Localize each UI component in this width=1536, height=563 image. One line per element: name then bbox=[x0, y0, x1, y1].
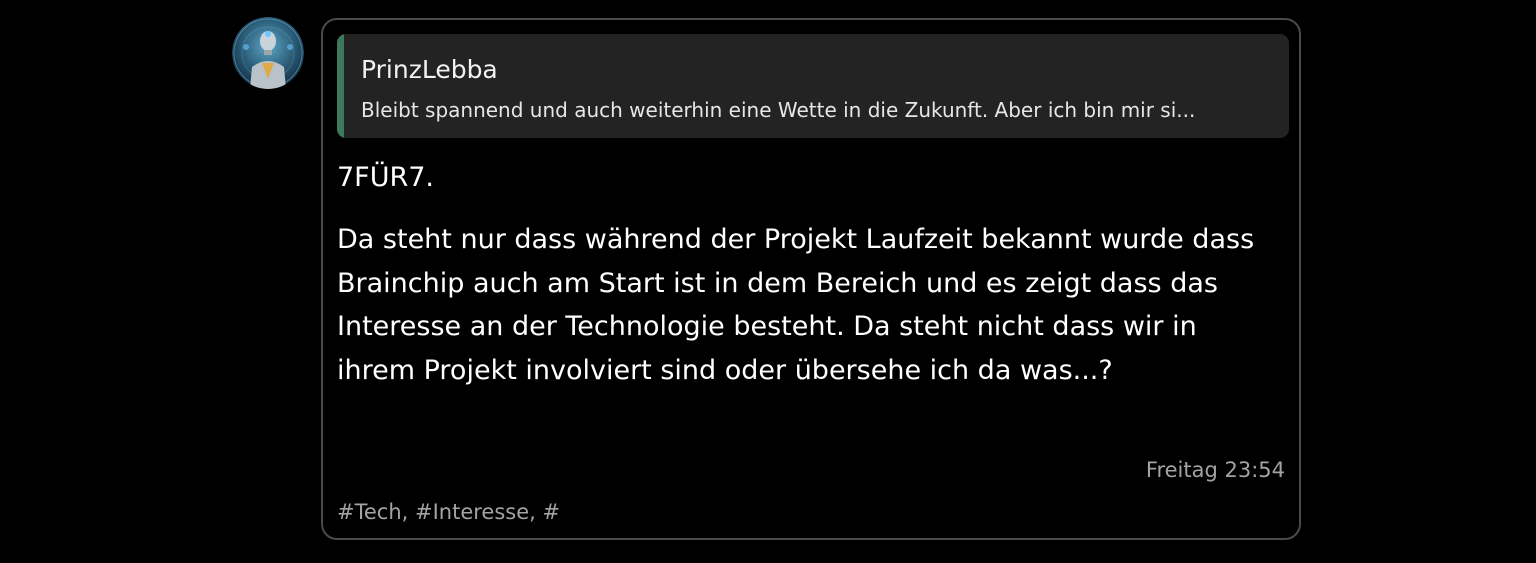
message-timestamp: Freitag 23:54 bbox=[1145, 458, 1285, 482]
message-title: 7FÜR7. bbox=[337, 162, 434, 193]
message-tags[interactable]: #Tech, #Interesse, # bbox=[337, 498, 560, 526]
quote-text: Bleibt spannend und auch weiterhin eine … bbox=[361, 98, 1196, 122]
chat-view: PrinzLebba Bleibt spannend und auch weit… bbox=[0, 0, 1536, 563]
avatar[interactable] bbox=[232, 17, 304, 89]
quote-author: PrinzLebba bbox=[361, 55, 498, 84]
quoted-message[interactable]: PrinzLebba Bleibt spannend und auch weit… bbox=[337, 34, 1289, 138]
robot-avatar-icon bbox=[233, 18, 303, 89]
message-card: PrinzLebba Bleibt spannend und auch weit… bbox=[321, 18, 1301, 540]
quote-accent-bar bbox=[337, 34, 344, 138]
message-body: Da steht nur dass während der Projekt La… bbox=[337, 224, 1255, 386]
